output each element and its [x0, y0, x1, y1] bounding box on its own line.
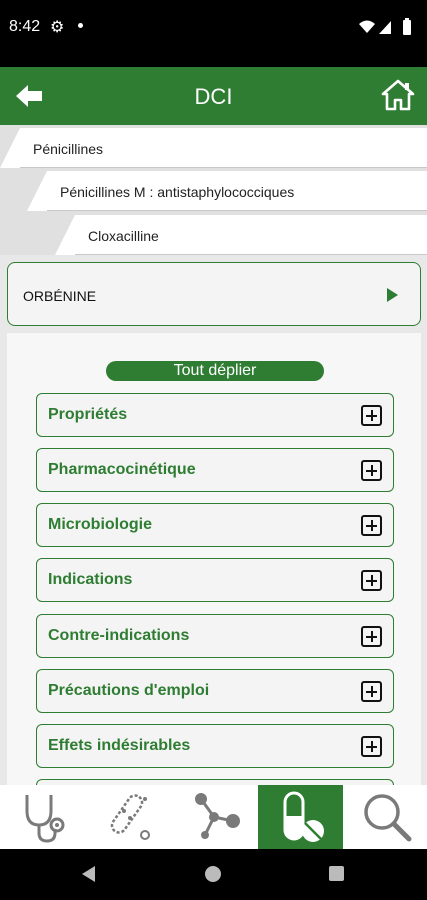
notification-dot-icon: [78, 23, 83, 28]
nav-stethoscope[interactable]: [0, 785, 85, 849]
section-label: Effets indésirables: [48, 737, 191, 754]
section-label: Précautions d'emploi: [48, 682, 210, 699]
section-indications[interactable]: Indications: [36, 558, 394, 602]
section-label: Contre-indications: [48, 627, 190, 644]
breadcrumb: Pénicillines Pénicillines M : antistaphy…: [0, 125, 427, 255]
molecule-icon: [194, 793, 240, 839]
search-icon: [363, 794, 411, 842]
wifi-icon: [359, 20, 375, 33]
plus-square-icon: [361, 570, 382, 591]
system-back-icon[interactable]: [82, 866, 95, 882]
section-effets-indesirables[interactable]: Effets indésirables: [36, 724, 394, 768]
section-label: Indications: [48, 571, 133, 588]
product-card[interactable]: ORBÉNINE: [7, 262, 421, 326]
bottom-nav: [0, 785, 427, 849]
play-arrow-icon: [387, 288, 398, 302]
section-label: Pharmacocinétique: [48, 461, 196, 478]
system-nav-bar: [0, 849, 427, 900]
expand-all-button[interactable]: Tout déplier: [106, 361, 324, 381]
status-time: 8:42: [9, 18, 41, 35]
sections-panel: Tout déplier Propriétés Pharmacocinétiqu…: [7, 333, 421, 785]
section-contre-indications[interactable]: Contre-indications: [36, 614, 394, 658]
plus-square-icon: [361, 515, 382, 536]
nav-bacteria[interactable]: [86, 785, 171, 849]
pill-icon: [283, 791, 324, 842]
section-label: Propriétés: [48, 406, 128, 423]
system-home-icon[interactable]: [205, 866, 221, 882]
bacteria-icon: [110, 794, 150, 840]
page-title: DCI: [194, 84, 233, 109]
section-proprietes[interactable]: Propriétés: [36, 393, 394, 437]
app-bar: DCI: [0, 67, 427, 125]
breadcrumb-subclass[interactable]: Pénicillines M : antistaphylococciques: [27, 171, 427, 211]
system-recents-icon[interactable]: [329, 866, 344, 881]
nav-search[interactable]: [344, 785, 427, 849]
nav-molecule[interactable]: [172, 785, 257, 849]
section-microbiologie[interactable]: Microbiologie: [36, 503, 394, 547]
breadcrumb-class[interactable]: Pénicillines: [0, 128, 427, 168]
plus-square-icon: [361, 460, 382, 481]
plus-square-icon: [361, 405, 382, 426]
nav-medication[interactable]: [258, 785, 343, 849]
plus-square-icon: [361, 736, 382, 757]
status-bar: 8:42 ⚙: [0, 0, 427, 67]
settings-gear-icon: ⚙: [50, 19, 65, 36]
signal-icon: [379, 21, 391, 34]
section-pharmacocinetique[interactable]: Pharmacocinétique: [36, 448, 394, 492]
main-content: ORBÉNINE Tout déplier Propriétés Pharmac…: [0, 255, 427, 785]
product-name: ORBÉNINE: [23, 288, 97, 304]
plus-square-icon: [361, 626, 382, 647]
status-indicators: [359, 18, 411, 35]
section-precautions[interactable]: Précautions d'emploi: [36, 669, 394, 713]
section-label: Microbiologie: [48, 516, 152, 533]
battery-icon: [403, 20, 411, 35]
plus-square-icon: [361, 681, 382, 702]
breadcrumb-dci[interactable]: Cloxacilline: [55, 215, 427, 255]
home-icon[interactable]: [381, 79, 415, 111]
stethoscope-icon: [25, 795, 64, 843]
